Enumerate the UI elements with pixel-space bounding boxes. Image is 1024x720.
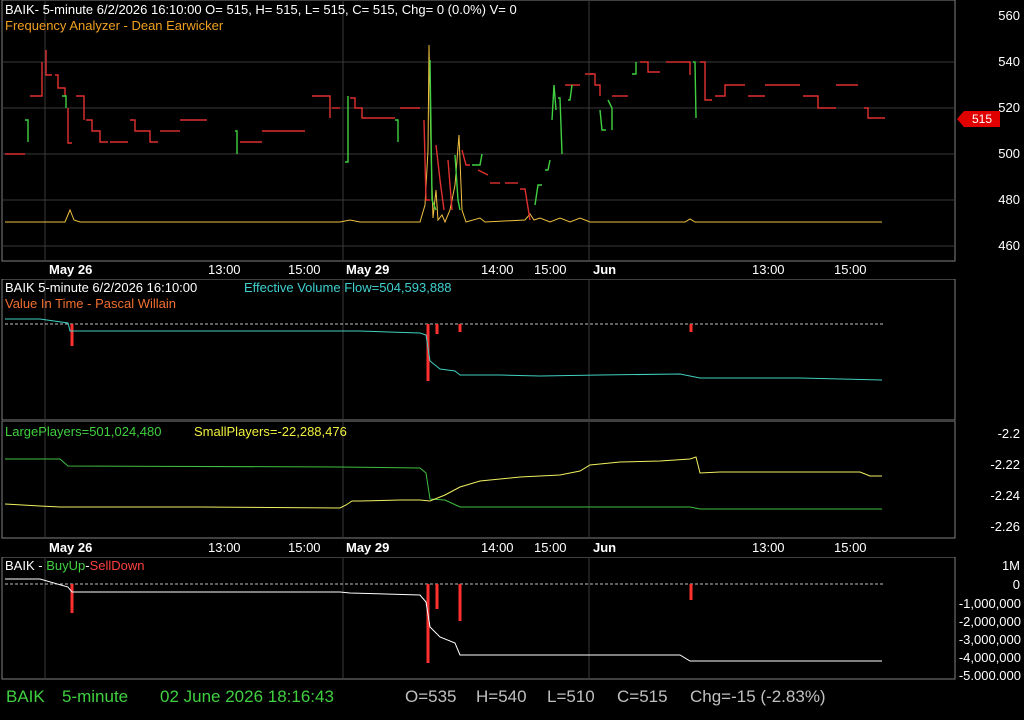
x-label: 14:00 xyxy=(481,262,514,277)
buyup-selldown-chart xyxy=(1,557,956,680)
y-tick: -2.24 xyxy=(990,488,1020,503)
status-interval: 5-minute xyxy=(62,687,129,706)
buyup-label: BuyUp xyxy=(46,558,86,573)
x-label: 15:00 xyxy=(834,262,867,277)
vit-indicator-title: Value In Time - Pascal Willain xyxy=(5,296,176,311)
down-bars xyxy=(5,50,885,221)
frequency-line xyxy=(5,44,882,224)
status-symbol: BAIK xyxy=(6,687,45,706)
status-low: L=510 xyxy=(547,687,595,706)
y-tick: -2.2 xyxy=(997,426,1020,441)
x-axis-top: May 26 13:00 15:00 May 29 14:00 15:00 Ju… xyxy=(0,262,1024,279)
y-tick-560: 560 xyxy=(998,8,1020,23)
y-tick: 0 xyxy=(1012,577,1020,592)
x-label: May 29 xyxy=(346,262,390,277)
bs-title: BAIK - BuyUp-SellDown xyxy=(5,558,144,573)
x-label: Jun xyxy=(593,262,617,277)
x-label: May 29 xyxy=(346,540,390,555)
buyup-selldown-panel[interactable]: BAIK - BuyUp-SellDown 1M 0 -1,000,000 -2… xyxy=(0,557,1024,683)
x-label: 15:00 xyxy=(534,262,567,277)
x-label: 13:00 xyxy=(752,540,785,555)
effective-volume-flow: Effective Volume Flow=504,593,888 xyxy=(244,280,452,295)
x-label: Jun xyxy=(593,540,617,555)
y-tick-540: 540 xyxy=(998,54,1020,69)
status-close: C=515 xyxy=(617,687,668,706)
y-tick: -2,000,000 xyxy=(958,614,1021,629)
x-label: 13:00 xyxy=(208,262,241,277)
price-header: BAIK- 5-minute 6/2/2026 16:10:00 O= 515,… xyxy=(5,2,517,17)
status-high: H=540 xyxy=(476,687,527,706)
selldown-label: SellDown xyxy=(89,558,145,573)
y-tick: -2.22 xyxy=(990,457,1020,472)
x-label: 14:00 xyxy=(481,540,514,555)
y-tick: -1,000,000 xyxy=(958,596,1021,611)
bs-prefix: BAIK - xyxy=(5,558,47,573)
y-tick-500: 500 xyxy=(998,146,1020,161)
status-bar: BAIK 5-minute 02 June 2026 18:16:43 O=53… xyxy=(0,680,1024,720)
y-tick-460: 460 xyxy=(998,238,1020,253)
indicator-title: Frequency Analyzer - Dean Earwicker xyxy=(5,18,224,33)
players-panel[interactable]: LargePlayers=501,024,480 SmallPlayers=-2… xyxy=(0,421,1024,539)
x-label: 15:00 xyxy=(288,540,321,555)
status-open: O=535 xyxy=(405,687,457,706)
y-tick: -4,000,000 xyxy=(958,650,1021,665)
status-datetime: 02 June 2026 18:16:43 xyxy=(160,687,334,706)
x-label: 13:00 xyxy=(752,262,785,277)
vit-header: BAIK 5-minute 6/2/2026 16:10:00 xyxy=(5,280,198,295)
last-price-tag: 515 xyxy=(972,112,993,126)
status-change: Chg=-15 (-2.83%) xyxy=(690,687,826,706)
large-players-line xyxy=(5,458,882,510)
x-axis-bottom: May 26 13:00 15:00 May 29 14:00 15:00 Ju… xyxy=(0,540,1024,557)
x-label: 15:00 xyxy=(288,262,321,277)
value-flow-line xyxy=(5,318,883,381)
y-tick: -3,000,000 xyxy=(958,632,1021,647)
price-panel[interactable]: BAIK- 5-minute 6/2/2026 16:10:00 O= 515,… xyxy=(0,0,1024,262)
y-tick-480: 480 xyxy=(998,192,1020,207)
price-chart xyxy=(1,0,956,262)
x-label: 15:00 xyxy=(534,540,567,555)
x-label: May 26 xyxy=(49,262,93,277)
value-in-time-panel[interactable]: BAIK 5-minute 6/2/2026 16:10:00 Effectiv… xyxy=(0,279,1024,421)
x-label: 13:00 xyxy=(208,540,241,555)
x-label: May 26 xyxy=(49,540,93,555)
buyup-selldown-line xyxy=(5,578,882,662)
large-players-label: LargePlayers=501,024,480 xyxy=(5,424,162,439)
small-players-label: SmallPlayers=-22,288,476 xyxy=(194,424,347,439)
x-label: 15:00 xyxy=(834,540,867,555)
y-tick: -2.26 xyxy=(990,519,1020,534)
y-tick: 1M xyxy=(1001,558,1020,573)
